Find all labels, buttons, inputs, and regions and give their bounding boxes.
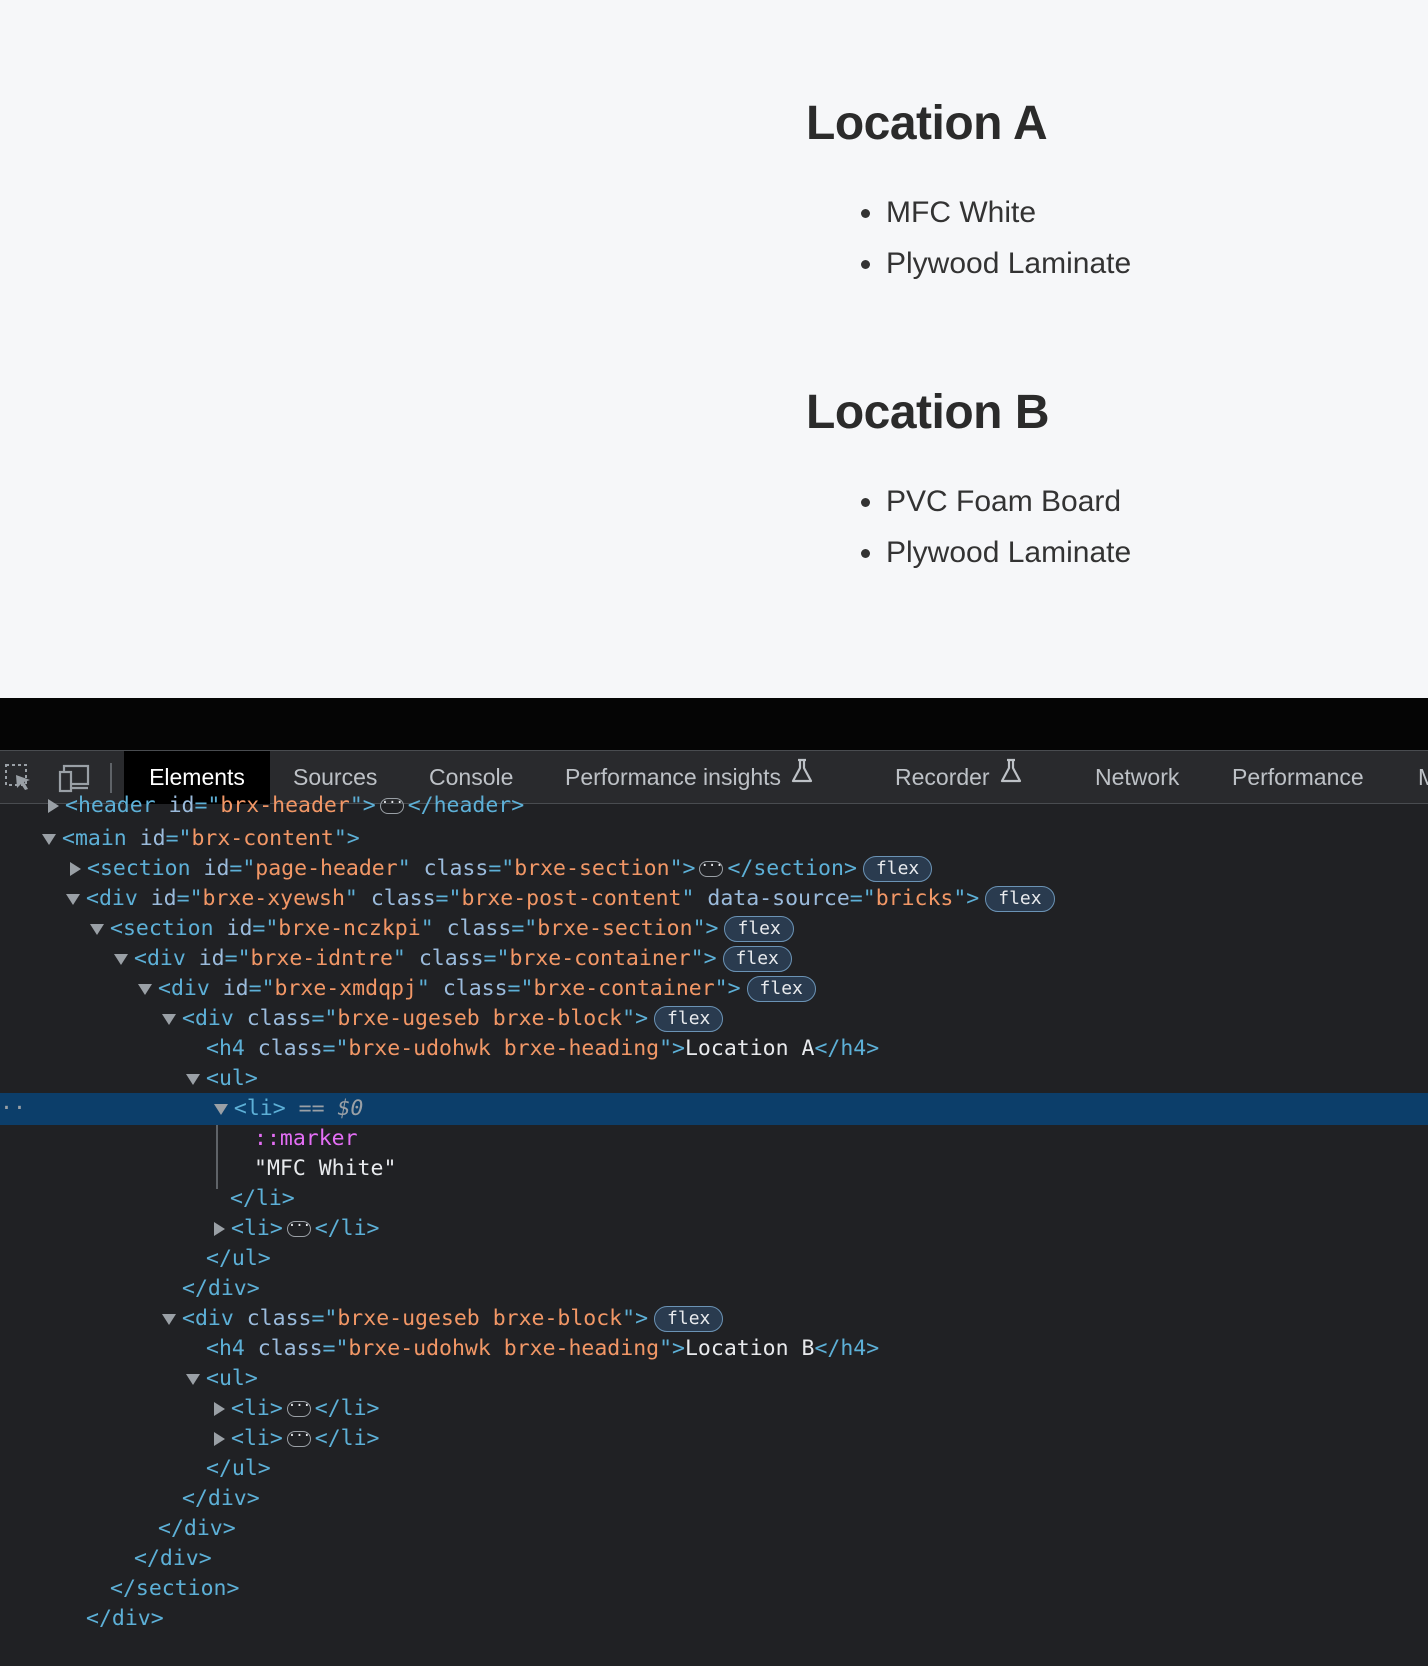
expand-arrow-icon[interactable] [214,1402,225,1416]
tree-row-header[interactable]: <header id="brx-header"></header> [0,789,1428,822]
list-item: Plywood Laminate [806,527,1131,578]
collapse-arrow-icon[interactable] [186,1073,200,1085]
tree-row-div-close[interactable]: </div> [0,1273,1428,1305]
tree-row-text-node[interactable]: "MFC White" [0,1153,1428,1185]
location-a-block: Location A MFC White Plywood Laminate [806,94,1131,289]
expand-arrow-icon[interactable] [48,799,59,813]
tree-row-section-close[interactable]: </section> [0,1573,1428,1605]
page-preview: Location A MFC White Plywood Laminate Lo… [0,0,1428,698]
flex-badge[interactable]: flex [746,976,816,1002]
tree-row-main[interactable]: <main id="brx-content"> [0,823,1428,855]
tree-row-ul-close[interactable]: </ul> [0,1453,1428,1485]
list-item: Plywood Laminate [806,238,1131,289]
location-a-heading: Location A [806,97,1048,150]
tree-row-heading-a[interactable]: <h4 class="brxe-udohwk brxe-heading">Loc… [0,1033,1428,1065]
tree-row-li-close[interactable]: </li> [0,1183,1428,1215]
tree-row-section[interactable]: <section id="brxe-nczkpi" class="brxe-se… [0,913,1428,945]
tree-row-div-close[interactable]: </div> [0,1543,1428,1575]
collapsed-children-icon[interactable] [699,852,724,880]
flex-badge[interactable]: flex [724,916,794,942]
collapsed-children-icon[interactable] [286,1212,311,1240]
tree-row-block-b[interactable]: <div class="brxe-ugeseb brxe-block"> flex [0,1303,1428,1335]
location-b-list: PVC Foam Board Plywood Laminate [806,476,1131,578]
inspect-element-icon[interactable] [4,763,34,793]
indent-guide [216,1125,218,1189]
flex-badge[interactable]: flex [654,1006,724,1032]
tree-row-container-2[interactable]: <div id="brxe-xmdqpj" class="brxe-contai… [0,973,1428,1005]
tree-row-container-1[interactable]: <div id="brxe-idntre" class="brxe-contai… [0,943,1428,975]
tree-row-post-content[interactable]: <div id="brxe-xyewsh" class="brxe-post-c… [0,883,1428,915]
location-b-heading: Location B [806,386,1050,439]
device-toolbar-icon[interactable] [58,763,90,793]
tree-row-li-collapsed[interactable]: <li></li> [0,1212,1428,1245]
location-b-block: Location B PVC Foam Board Plywood Lamina… [806,383,1131,578]
collapse-arrow-icon[interactable] [138,983,152,995]
tab-label: Recorder [895,764,990,790]
collapse-arrow-icon[interactable] [162,1013,176,1025]
flex-badge[interactable]: flex [985,886,1055,912]
tree-row-page-header[interactable]: <section id="page-header" class="brxe-se… [0,852,1428,885]
flex-badge[interactable]: flex [722,946,792,972]
collapse-arrow-icon[interactable] [213,1103,228,1115]
collapsed-children-icon[interactable] [286,1392,311,1420]
expand-arrow-icon[interactable] [70,862,81,876]
tab-label: Performance insights [565,764,782,790]
tree-row-heading-b[interactable]: <h4 class="brxe-udohwk brxe-heading">Loc… [0,1333,1428,1365]
tree-row-li-collapsed[interactable]: <li></li> [0,1392,1428,1425]
tree-row-li-selected[interactable]: ·· <li> == $0 [0,1093,1428,1125]
collapsed-children-icon[interactable] [286,1422,311,1450]
toolbar-separator [110,763,112,793]
flex-badge[interactable]: flex [654,1306,724,1332]
tree-row-ul[interactable]: <ul> [0,1063,1428,1095]
collapse-arrow-icon[interactable] [186,1373,200,1385]
expand-arrow-icon[interactable] [214,1222,225,1236]
collapsed-children-icon[interactable] [379,789,404,817]
tree-row-div-close[interactable]: </div> [0,1603,1428,1635]
window-divider [0,698,1428,750]
tree-row-ul-close[interactable]: </ul> [0,1243,1428,1275]
tree-row-li-collapsed[interactable]: <li></li> [0,1422,1428,1455]
flex-badge[interactable]: flex [862,856,933,882]
location-a-list: MFC White Plywood Laminate [806,187,1131,289]
tree-row-block-a[interactable]: <div class="brxe-ugeseb brxe-block"> flex [0,1003,1428,1035]
collapse-arrow-icon[interactable] [162,1313,176,1325]
tree-row-div-close[interactable]: </div> [0,1513,1428,1545]
collapse-arrow-icon[interactable] [66,893,80,905]
tree-row-ul[interactable]: <ul> [0,1363,1428,1395]
list-item: MFC White [806,187,1131,238]
expand-arrow-icon[interactable] [214,1432,225,1446]
tree-row-div-close[interactable]: </div> [0,1483,1428,1515]
devtools-panel: Elements Sources Console Performance ins… [0,750,1428,1666]
collapse-arrow-icon[interactable] [90,923,104,935]
dom-tree: <header id="brx-header"></header> <main … [0,789,1428,1666]
tree-row-marker[interactable]: ::marker [0,1123,1428,1155]
list-item: PVC Foam Board [806,476,1131,527]
collapse-arrow-icon[interactable] [114,953,128,965]
collapse-arrow-icon[interactable] [42,833,56,845]
